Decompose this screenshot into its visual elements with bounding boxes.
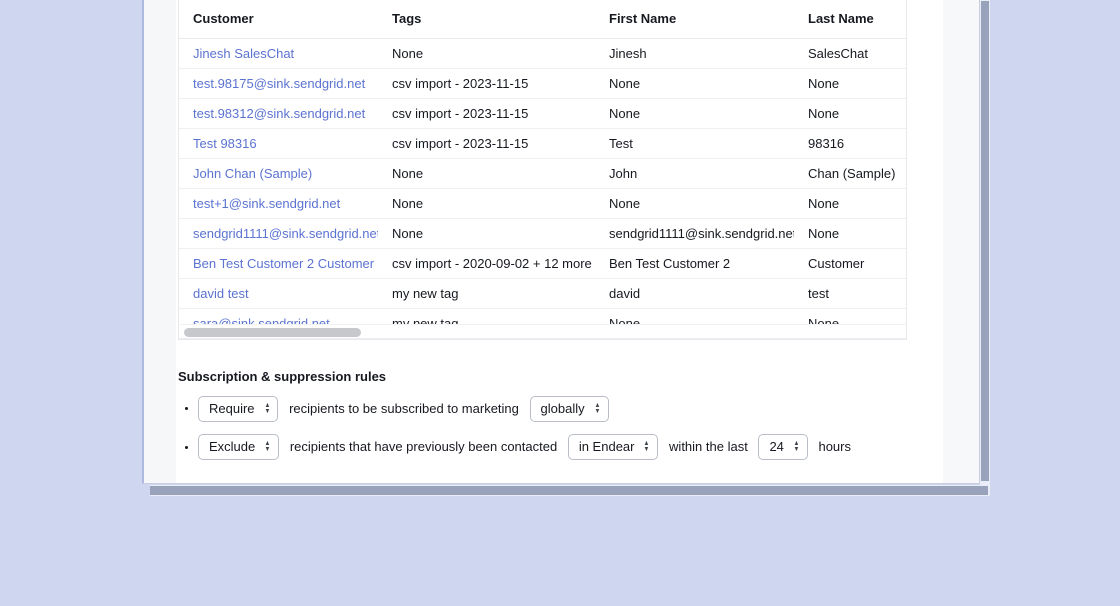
customer-link[interactable]: Ben Test Customer 2 Customer	[193, 256, 374, 271]
subscription-scope-value: globally	[540, 400, 585, 416]
cell-tags: csv import - 2023-11-15	[378, 98, 595, 129]
rule1-text: recipients to be subscribed to marketing	[289, 400, 519, 416]
table-row: Jinesh SalesChat None Jinesh SalesChat	[179, 38, 906, 69]
exclude-action-select[interactable]: Exclude ▲▼	[198, 434, 280, 461]
cell-tags: csv import - 2020-09-02 + 12 more	[378, 248, 595, 279]
customer-link[interactable]: sendgrid1111@sink.sendgrid.net	[193, 226, 378, 241]
table-header-row: Customer Tags First Name Last Name	[179, 0, 906, 39]
rule2-text: recipients that have previously been con…	[289, 439, 558, 455]
cell-customer: test+1@sink.sendgrid.net	[179, 188, 378, 219]
table-horizontal-scroll-thumb[interactable]	[184, 328, 361, 337]
contact-channel-value: in Endear	[578, 439, 635, 455]
subscription-rules-section: Subscription & suppression rules Require…	[178, 369, 938, 471]
left-gutter	[144, 0, 177, 483]
table-row: Test 98316 csv import - 2023-11-15 Test 983…	[179, 128, 906, 159]
cell-tags: None	[378, 188, 595, 219]
chevron-updown-icon: ▲ ▼	[644, 440, 650, 454]
table-row: John Chan (Sample) None John Chan (Sample)	[179, 158, 906, 189]
subscription-rules-heading: Subscription & suppression rules	[178, 369, 387, 384]
customer-link[interactable]: david test	[193, 286, 249, 301]
cell-customer: sendgrid1111@sink.sendgrid.net	[179, 218, 378, 249]
cell-last-name: test	[794, 278, 906, 309]
table-row: test+1@sink.sendgrid.net None None None	[179, 188, 906, 219]
subscription-scope-select[interactable]: globally ▲ ▼	[529, 395, 609, 422]
page-vertical-scrollbar[interactable]	[980, 0, 990, 485]
screen: Customer Tags First Name Last Name Jines…	[0, 0, 1120, 606]
cell-customer: Jinesh SalesChat	[179, 38, 378, 69]
cell-tags: csv import - 2023-11-15	[378, 68, 595, 99]
customer-link[interactable]: test+1@sink.sendgrid.net	[193, 196, 340, 211]
scroll-shell: Customer Tags First Name Last Name Jines…	[142, 0, 990, 498]
right-gutter	[943, 0, 979, 483]
cell-last-name: None	[794, 68, 906, 99]
column-header-first-name[interactable]: First Name	[595, 0, 794, 39]
require-action-value: Require	[209, 400, 255, 416]
cell-customer: Ben Test Customer 2 Customer	[179, 248, 378, 279]
cell-last-name: None	[794, 218, 906, 249]
cell-first-name: Ben Test Customer 2	[595, 248, 794, 279]
rule2-text-secondary: within the last	[669, 439, 748, 455]
cell-customer: John Chan (Sample)	[179, 158, 378, 189]
content-panel: Customer Tags First Name Last Name Jines…	[142, 0, 980, 484]
cell-last-name: 98316	[794, 128, 906, 159]
cell-tags: None	[378, 218, 595, 249]
cell-first-name: david	[595, 278, 794, 309]
rule-item-subscription: Require ▲▼ recipients to be subscribed t…	[198, 394, 938, 423]
chevron-updown-icon: ▲ ▼	[594, 401, 601, 415]
customer-link[interactable]: test.98312@sink.sendgrid.net	[193, 106, 365, 121]
cell-last-name: Customer	[794, 248, 906, 279]
table-header: Customer Tags First Name Last Name	[179, 0, 906, 39]
cell-tags: csv import - 2023-11-15	[378, 128, 595, 159]
column-header-last-name[interactable]: Last Name	[794, 0, 906, 39]
rule-list: Require ▲▼ recipients to be subscribed t…	[178, 394, 938, 461]
customer-link[interactable]: test.98175@sink.sendgrid.net	[193, 76, 365, 91]
cell-tags: None	[378, 38, 595, 69]
cell-last-name: None	[794, 98, 906, 129]
table-row: test.98312@sink.sendgrid.net csv import -…	[179, 98, 906, 129]
customer-table-container: Customer Tags First Name Last Name Jines…	[178, 0, 907, 340]
cell-tags: None	[378, 158, 595, 189]
contact-channel-select[interactable]: in Endear ▲ ▼	[567, 434, 659, 461]
cell-customer: test.98312@sink.sendgrid.net	[179, 98, 378, 129]
table-row: david test my new tag david test	[179, 278, 906, 309]
column-header-customer[interactable]: Customer	[179, 0, 378, 39]
cell-tags: my new tag	[378, 278, 595, 309]
customer-link[interactable]: Test 98316	[193, 136, 257, 151]
chevron-updown-icon: ▲ ▼	[793, 440, 800, 454]
hours-window-value: 24	[769, 439, 784, 455]
cell-first-name: sendgrid1111@sink.sendgrid.net	[595, 218, 794, 249]
customer-link[interactable]: John Chan (Sample)	[193, 166, 312, 181]
cell-first-name: Test	[595, 128, 794, 159]
column-header-tags[interactable]: Tags	[378, 0, 595, 39]
customer-link[interactable]: Jinesh SalesChat	[193, 46, 294, 61]
require-action-select[interactable]: Require ▲▼	[198, 395, 279, 422]
cell-customer: Test 98316	[179, 128, 378, 159]
table-row: sendgrid1111@sink.sendgrid.net None sendgr…	[179, 218, 906, 249]
cell-last-name: None	[794, 188, 906, 219]
customer-table: Customer Tags First Name Last Name Jines…	[179, 0, 906, 339]
cell-first-name: None	[595, 98, 794, 129]
table-row: Ben Test Customer 2 Customer csv import -…	[179, 248, 906, 279]
chevron-updown-icon: ▲ ▼	[264, 440, 271, 454]
cell-first-name: John	[595, 158, 794, 189]
page-vertical-scroll-thumb[interactable]	[981, 1, 989, 481]
chevron-updown-icon: ▲ ▼	[264, 401, 270, 415]
page-horizontal-scroll-thumb[interactable]	[150, 486, 988, 495]
rule-item-suppression: Exclude ▲▼ recipients that have previous…	[198, 433, 938, 462]
cell-first-name: None	[595, 68, 794, 99]
cell-last-name: SalesChat	[794, 38, 906, 69]
hours-unit-label: hours	[818, 439, 851, 455]
cell-first-name: Jinesh	[595, 38, 794, 69]
table-row: test.98175@sink.sendgrid.net csv import -…	[179, 68, 906, 99]
cell-customer: test.98175@sink.sendgrid.net	[179, 68, 378, 99]
table-horizontal-scrollbar[interactable]	[180, 324, 906, 338]
cell-first-name: None	[595, 188, 794, 219]
cell-customer: david test	[179, 278, 378, 309]
page-horizontal-scrollbar[interactable]	[150, 485, 990, 496]
cell-last-name: Chan (Sample)	[794, 158, 906, 189]
exclude-action-value: Exclude	[209, 439, 256, 455]
hours-window-select[interactable]: 24 ▲ ▼	[758, 434, 808, 461]
panel-body: Customer Tags First Name Last Name Jines…	[178, 0, 943, 483]
table-body: Jinesh SalesChat None Jinesh SalesChat test.…	[179, 38, 906, 339]
